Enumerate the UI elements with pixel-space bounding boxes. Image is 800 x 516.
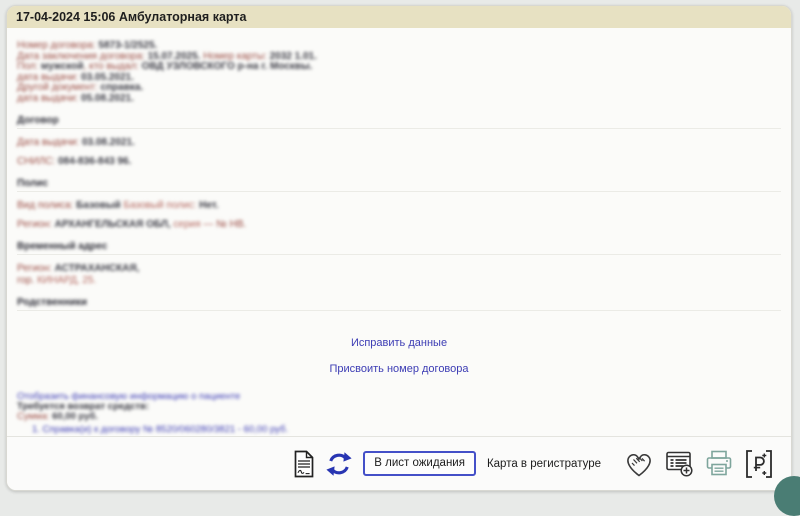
- fix-data-link[interactable]: Исправить данные: [17, 337, 781, 349]
- text-segment: 2032 1.01.: [270, 51, 317, 62]
- refund-certificate-link[interactable]: 1. Справка(и) к договору № 8520/060280/3…: [17, 425, 781, 435]
- text-segment: № НВ.: [216, 219, 246, 230]
- text-segment: Пол:: [17, 61, 41, 72]
- text-segment: Номер договора:: [17, 40, 98, 51]
- policy-region-line: Регион: АРХАНГЕЛЬСКАЯ ОБЛ, серия — № НВ.: [17, 219, 781, 230]
- text-segment: Сумма:: [17, 411, 52, 422]
- section-header-temp-address: Временный адрес: [17, 241, 781, 252]
- section-separator: [17, 310, 781, 311]
- printer-icon[interactable]: [704, 450, 734, 477]
- text-segment: , кто выдал:: [84, 61, 142, 72]
- address-region-line: Регион: АСТРАХАНСКАЯ,: [17, 263, 781, 274]
- patient-card-content: Номер договора: 5873-1/2525.Дата заключе…: [7, 28, 791, 436]
- refund-amount-line: Сумма: 60,00 руб.: [17, 412, 781, 422]
- issue-date-line: дата выдачи: 05.08.2021.: [17, 94, 781, 105]
- bottom-toolbar: В лист ожидания Карта в регистратуре: [7, 436, 791, 490]
- text-segment: Базовый полис:: [124, 200, 200, 211]
- window-titlebar: 17-04-2024 15:06 Амбулаторная карта: [7, 6, 791, 28]
- text-segment: дата выдачи:: [17, 93, 81, 104]
- outpatient-card-window: 17-04-2024 15:06 Амбулаторная карта Номе…: [6, 5, 792, 491]
- text-segment: справка.: [100, 82, 143, 93]
- refund-required-line: Требуется возврат средств:: [17, 402, 781, 412]
- section-header-contract: Договор: [17, 115, 781, 126]
- section-separator: [17, 191, 781, 192]
- issue-date-line: Дата выдачи: 03.08.2021.: [17, 137, 781, 148]
- section-separator: [17, 254, 781, 255]
- text-segment: Вид полиса:: [17, 200, 76, 211]
- text-segment: Нет.: [199, 200, 218, 211]
- assign-contract-number-link[interactable]: Присвоить номер договора: [17, 363, 781, 375]
- text-segment: Регион:: [17, 263, 55, 274]
- section-separator: [17, 128, 781, 129]
- text-segment: гор.: [17, 275, 37, 286]
- text-segment: АСТРАХАНСКАЯ,: [55, 263, 140, 274]
- text-segment: 5873-1/2525.: [98, 40, 157, 51]
- text-segment: ОВД УЗЛОВСКОГО р-на г. Москвы.: [142, 61, 313, 72]
- text-segment: Дата заключения договора:: [17, 51, 148, 62]
- window-title: 17-04-2024 15:06 Амбулаторная карта: [16, 10, 246, 24]
- add-record-icon[interactable]: [665, 450, 693, 477]
- price-ruble-icon[interactable]: [745, 449, 773, 479]
- policy-type-line: Вид полиса: Базовый Базовый полис: Нет.: [17, 200, 781, 211]
- text-segment: 084-836-843 96.: [58, 156, 131, 167]
- text-segment: дата выдачи:: [17, 72, 81, 83]
- contract-document-icon[interactable]: [293, 450, 315, 478]
- text-segment: мужской: [41, 61, 84, 72]
- handshake-icon[interactable]: [624, 450, 654, 478]
- section-header-relatives: Родственники: [17, 297, 781, 308]
- text-segment: Дата выдачи:: [17, 137, 82, 148]
- text-segment: КИНАРД, 25.: [37, 275, 96, 286]
- refresh-icon[interactable]: [326, 451, 352, 477]
- text-segment: 03.08.2021.: [82, 137, 135, 148]
- text-segment: 05.08.2021.: [81, 93, 134, 104]
- text-segment: Другой документ:: [17, 82, 100, 93]
- text-segment: 15.07.2025.: [148, 51, 204, 62]
- text-segment: 60,00 руб.: [52, 411, 98, 422]
- snils-line: СНИЛС: 084-836-843 96.: [17, 156, 781, 167]
- text-segment: Базовый: [76, 200, 123, 211]
- text-segment: Номер карты:: [203, 51, 269, 62]
- text-segment: 03.05.2021.: [81, 72, 134, 83]
- text-segment: АРХАНГЕЛЬСКАЯ ОБЛ,: [55, 219, 174, 230]
- card-in-registry-label[interactable]: Карта в регистратуре: [487, 458, 601, 470]
- text-segment: СНИЛС:: [17, 156, 58, 167]
- section-header-policy: Полис: [17, 178, 781, 189]
- waiting-list-button[interactable]: В лист ожидания: [363, 451, 476, 476]
- corner-fab-button[interactable]: [774, 476, 800, 516]
- address-city-line: гор. КИНАРД, 25.: [17, 275, 781, 286]
- text-segment: серия —: [173, 219, 216, 230]
- text-segment: Регион:: [17, 219, 55, 230]
